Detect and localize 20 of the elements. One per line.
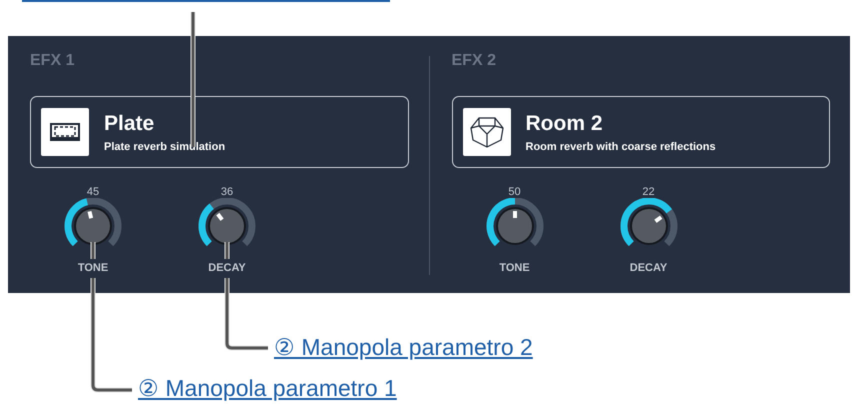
- effect-card[interactable]: Plate Plate reverb simulation: [30, 96, 408, 168]
- callout-link[interactable]: ② Manopola parametro 1: [138, 375, 397, 402]
- effect-slot-label: EFX 1: [30, 52, 74, 70]
- knob-label: TONE: [78, 262, 108, 274]
- knob-label: DECAY: [630, 262, 668, 274]
- knob-label: TONE: [499, 262, 530, 274]
- knob-value: 45: [86, 186, 100, 198]
- room-icon: [470, 116, 504, 148]
- callout-link[interactable]: ② Manopola parametro 2: [274, 334, 533, 361]
- effect-name: Room 2: [526, 112, 603, 136]
- effect-description: Room reverb with coarse reflections: [526, 140, 716, 152]
- knob-value: 36: [220, 186, 234, 198]
- knob-label: DECAY: [208, 262, 246, 274]
- plate-icon: [50, 123, 80, 141]
- effect-name: Plate: [104, 112, 154, 136]
- effect-slot-label: EFX 2: [452, 52, 496, 70]
- knob-value: 22: [642, 186, 655, 198]
- knob-value: 50: [508, 186, 521, 198]
- effect-card[interactable]: Room 2 Room reverb with coarse reflections: [452, 96, 830, 168]
- effect-description: Plate reverb simulation: [104, 140, 226, 152]
